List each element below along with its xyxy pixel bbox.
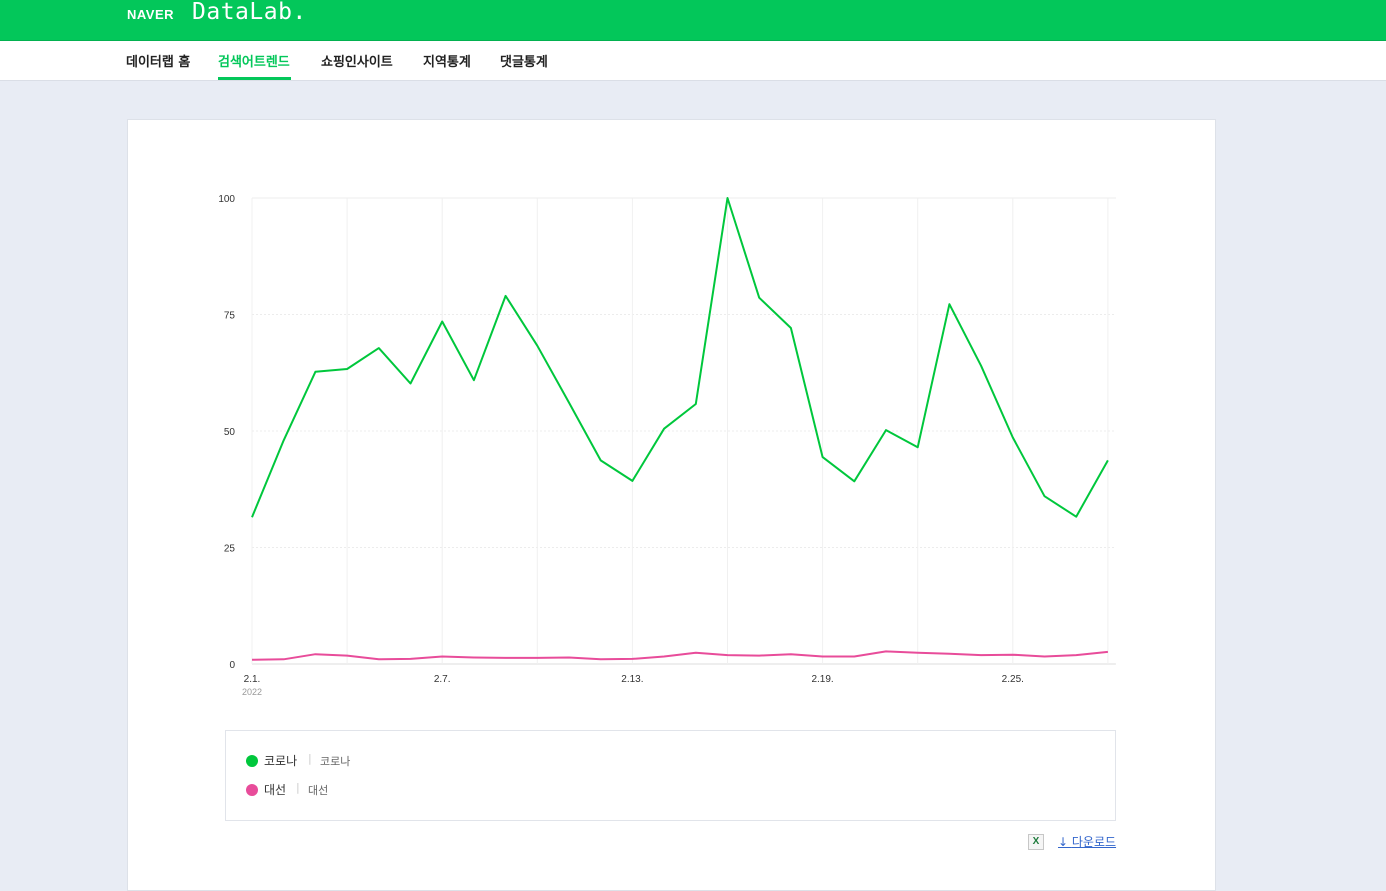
legend-name: 코로나 — [264, 754, 298, 768]
legend-name: 대선 — [264, 783, 287, 797]
legend-dot-corona — [246, 755, 258, 767]
legend-separator: | — [308, 752, 312, 765]
legend-keywords: 대선 — [308, 784, 329, 797]
excel-icon[interactable]: X — [1028, 834, 1044, 850]
x-tick-label: 2.19. — [811, 674, 833, 685]
trend-line-chart: 100 75 50 25 0 2.1. 2.7. 2.13. 2.19. 2.25. 2022 — [218, 194, 1116, 697]
series-line-election — [251, 650, 1109, 661]
x-tick-label: 2.13. — [621, 674, 643, 685]
y-tick-label: 100 — [218, 194, 235, 205]
download-label: 다운로드 — [1071, 835, 1117, 849]
legend-dot-election — [246, 784, 258, 796]
x-tick-label: 2.1. — [244, 674, 261, 685]
legend-box: 코로나 | 코로나 대선 | 대선 — [225, 730, 1116, 821]
x-tick-label: 2.25. — [1002, 674, 1024, 685]
legend-separator: | — [296, 781, 300, 794]
y-tick-label: 0 — [229, 660, 235, 671]
x-tick-sublabel: 2022 — [242, 687, 262, 697]
series-line-corona — [251, 197, 1109, 518]
download-link[interactable]: ↓ 다운로드 — [1058, 833, 1116, 850]
x-tick-label: 2.7. — [434, 674, 451, 685]
y-tick-label: 50 — [224, 427, 236, 438]
y-tick-label: 75 — [224, 311, 236, 322]
legend-keywords: 코로나 — [320, 755, 351, 768]
y-tick-label: 25 — [224, 544, 236, 555]
